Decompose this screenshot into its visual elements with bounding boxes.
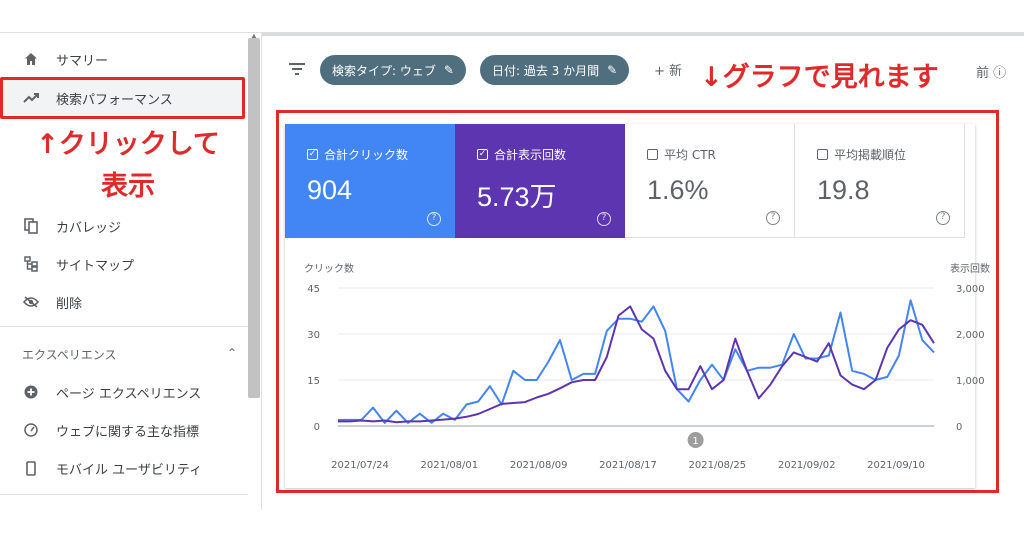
pencil-icon: ✎: [607, 63, 618, 77]
eye-off-icon: [22, 293, 40, 311]
sidebar-item-core-web-vitals[interactable]: ウェブに関する主な指標: [0, 411, 245, 449]
y-right-tick-label: 0: [956, 422, 962, 433]
sidebar-divider: [0, 494, 248, 495]
metric-total-clicks[interactable]: ✓ 合計クリック数 904 ?: [285, 124, 455, 238]
y-left-tick-label: 30: [307, 330, 320, 341]
chip-label: 検索タイプ: ウェブ: [332, 63, 436, 78]
x-tick-label: 2021/09/10: [867, 460, 925, 471]
sidebar-item-label: 削除: [56, 296, 83, 312]
y-right-axis-label: 表示回数: [950, 262, 990, 275]
help-icon[interactable]: ?: [936, 211, 950, 225]
chip-date-range[interactable]: 日付: 過去 3 か月間 ✎: [480, 55, 630, 85]
y-right-tick-label: 1,000: [956, 376, 985, 387]
annotation-click-to-show: ↑クリックして 表示: [12, 124, 244, 208]
sidebar-scrollbar[interactable]: [248, 38, 260, 398]
sidebar-item-label: ウェブに関する主な指標: [56, 424, 200, 440]
annotation-marker-label: 1: [692, 436, 698, 447]
x-tick-label: 2021/09/02: [778, 460, 836, 471]
metric-label: 合計表示回数: [494, 148, 567, 162]
home-icon: [22, 50, 40, 68]
metric-label: 平均掲載順位: [834, 148, 907, 162]
pencil-icon: ✎: [443, 63, 454, 77]
sidebar-item-label: サマリー: [56, 53, 109, 69]
x-tick-label: 2021/08/17: [599, 460, 657, 471]
plus-circle-icon: [22, 383, 40, 401]
metric-average-position[interactable]: 平均掲載順位 19.8 ?: [795, 124, 965, 238]
metric-label: 合計クリック数: [324, 148, 409, 162]
sidebar-item-label: サイトマップ: [56, 258, 135, 274]
sidebar-item-coverage[interactable]: カバレッジ: [0, 207, 245, 245]
sidebar-item-mobile-usability[interactable]: モバイル ユーザビリティ: [0, 449, 245, 487]
annotation-graph-visible: ↓グラフで見れます: [690, 56, 949, 100]
sitemap-icon: [22, 255, 40, 273]
y-left-tick-label: 45: [307, 284, 320, 295]
annotation-line: ↑クリックして: [36, 129, 220, 160]
gauge-icon: [22, 421, 40, 439]
trending-up-icon: [22, 89, 40, 107]
y-left-axis-label: クリック数: [304, 262, 354, 275]
phone-icon: [22, 459, 40, 477]
performance-chart: クリック数 表示回数 45 3,000 30 2,000 15 1,000 0 0 2021/07/…: [304, 262, 990, 471]
metric-total-impressions[interactable]: ✓ 合計表示回数 5.73万 ?: [455, 124, 625, 238]
chip-label: 日付: 過去 3 か月間: [492, 63, 600, 78]
new-filter-button[interactable]: + 新: [654, 60, 682, 79]
sidebar-item-sitemaps[interactable]: サイトマップ: [0, 245, 245, 283]
metric-value: 904: [307, 175, 353, 205]
sidebar-divider: [0, 326, 248, 327]
help-icon[interactable]: ?: [766, 211, 780, 225]
metric-value: 19.8: [817, 175, 870, 205]
x-tick-label: 2021/08/25: [689, 460, 747, 471]
checkbox-unchecked-icon[interactable]: [647, 149, 658, 160]
help-icon[interactable]: ?: [597, 212, 611, 226]
sidebar-item-label: 検索パフォーマンス: [56, 92, 173, 108]
y-left-tick-label: 15: [307, 376, 320, 387]
sidebar-item-summary[interactable]: サマリー: [0, 40, 245, 78]
sidebar-item-search-performance[interactable]: 検索パフォーマンス: [0, 77, 245, 119]
checkbox-checked-icon[interactable]: ✓: [477, 149, 488, 160]
section-experience-header[interactable]: エクスペリエンス ⌃: [22, 346, 237, 363]
app-frame: ▲ サマリー 検索パフォーマンス ↑クリックして 表示 カバレッジ サイトマップ…: [0, 0, 1024, 538]
x-tick-label: 2021/07/24: [331, 460, 389, 471]
chevron-up-icon: ⌃: [226, 346, 237, 360]
date-caption: 前 ⓘ: [976, 66, 1007, 81]
sidebar-item-removals[interactable]: 削除: [0, 283, 245, 321]
sidebar-item-label: ページ エクスペリエンス: [56, 386, 202, 402]
checkbox-unchecked-icon[interactable]: [817, 149, 828, 160]
sidebar-item-label: モバイル ユーザビリティ: [56, 462, 203, 478]
metric-value: 5.73万: [477, 182, 557, 212]
x-tick-label: 2021/08/01: [421, 460, 479, 471]
filter-icon[interactable]: [288, 62, 306, 76]
section-title: エクスペリエンス: [22, 348, 117, 362]
copy-icon: [22, 217, 40, 235]
annotation-line: 表示: [101, 171, 155, 202]
metric-label: 平均 CTR: [664, 148, 716, 162]
chip-search-type[interactable]: 検索タイプ: ウェブ ✎: [320, 55, 466, 85]
metric-average-ctr[interactable]: 平均 CTR 1.6% ?: [625, 124, 795, 238]
series-line: [338, 305, 935, 424]
y-right-tick-label: 2,000: [956, 330, 985, 341]
x-tick-label: 2021/08/09: [510, 460, 568, 471]
help-icon[interactable]: ?: [427, 212, 441, 226]
checkbox-checked-icon[interactable]: ✓: [307, 149, 318, 160]
y-left-tick-label: 0: [314, 422, 320, 433]
sidebar-item-label: カバレッジ: [56, 220, 122, 236]
y-right-tick-label: 3,000: [956, 284, 985, 295]
sidebar-item-page-experience[interactable]: ページ エクスペリエンス: [0, 373, 245, 411]
metric-value: 1.6%: [647, 175, 709, 205]
